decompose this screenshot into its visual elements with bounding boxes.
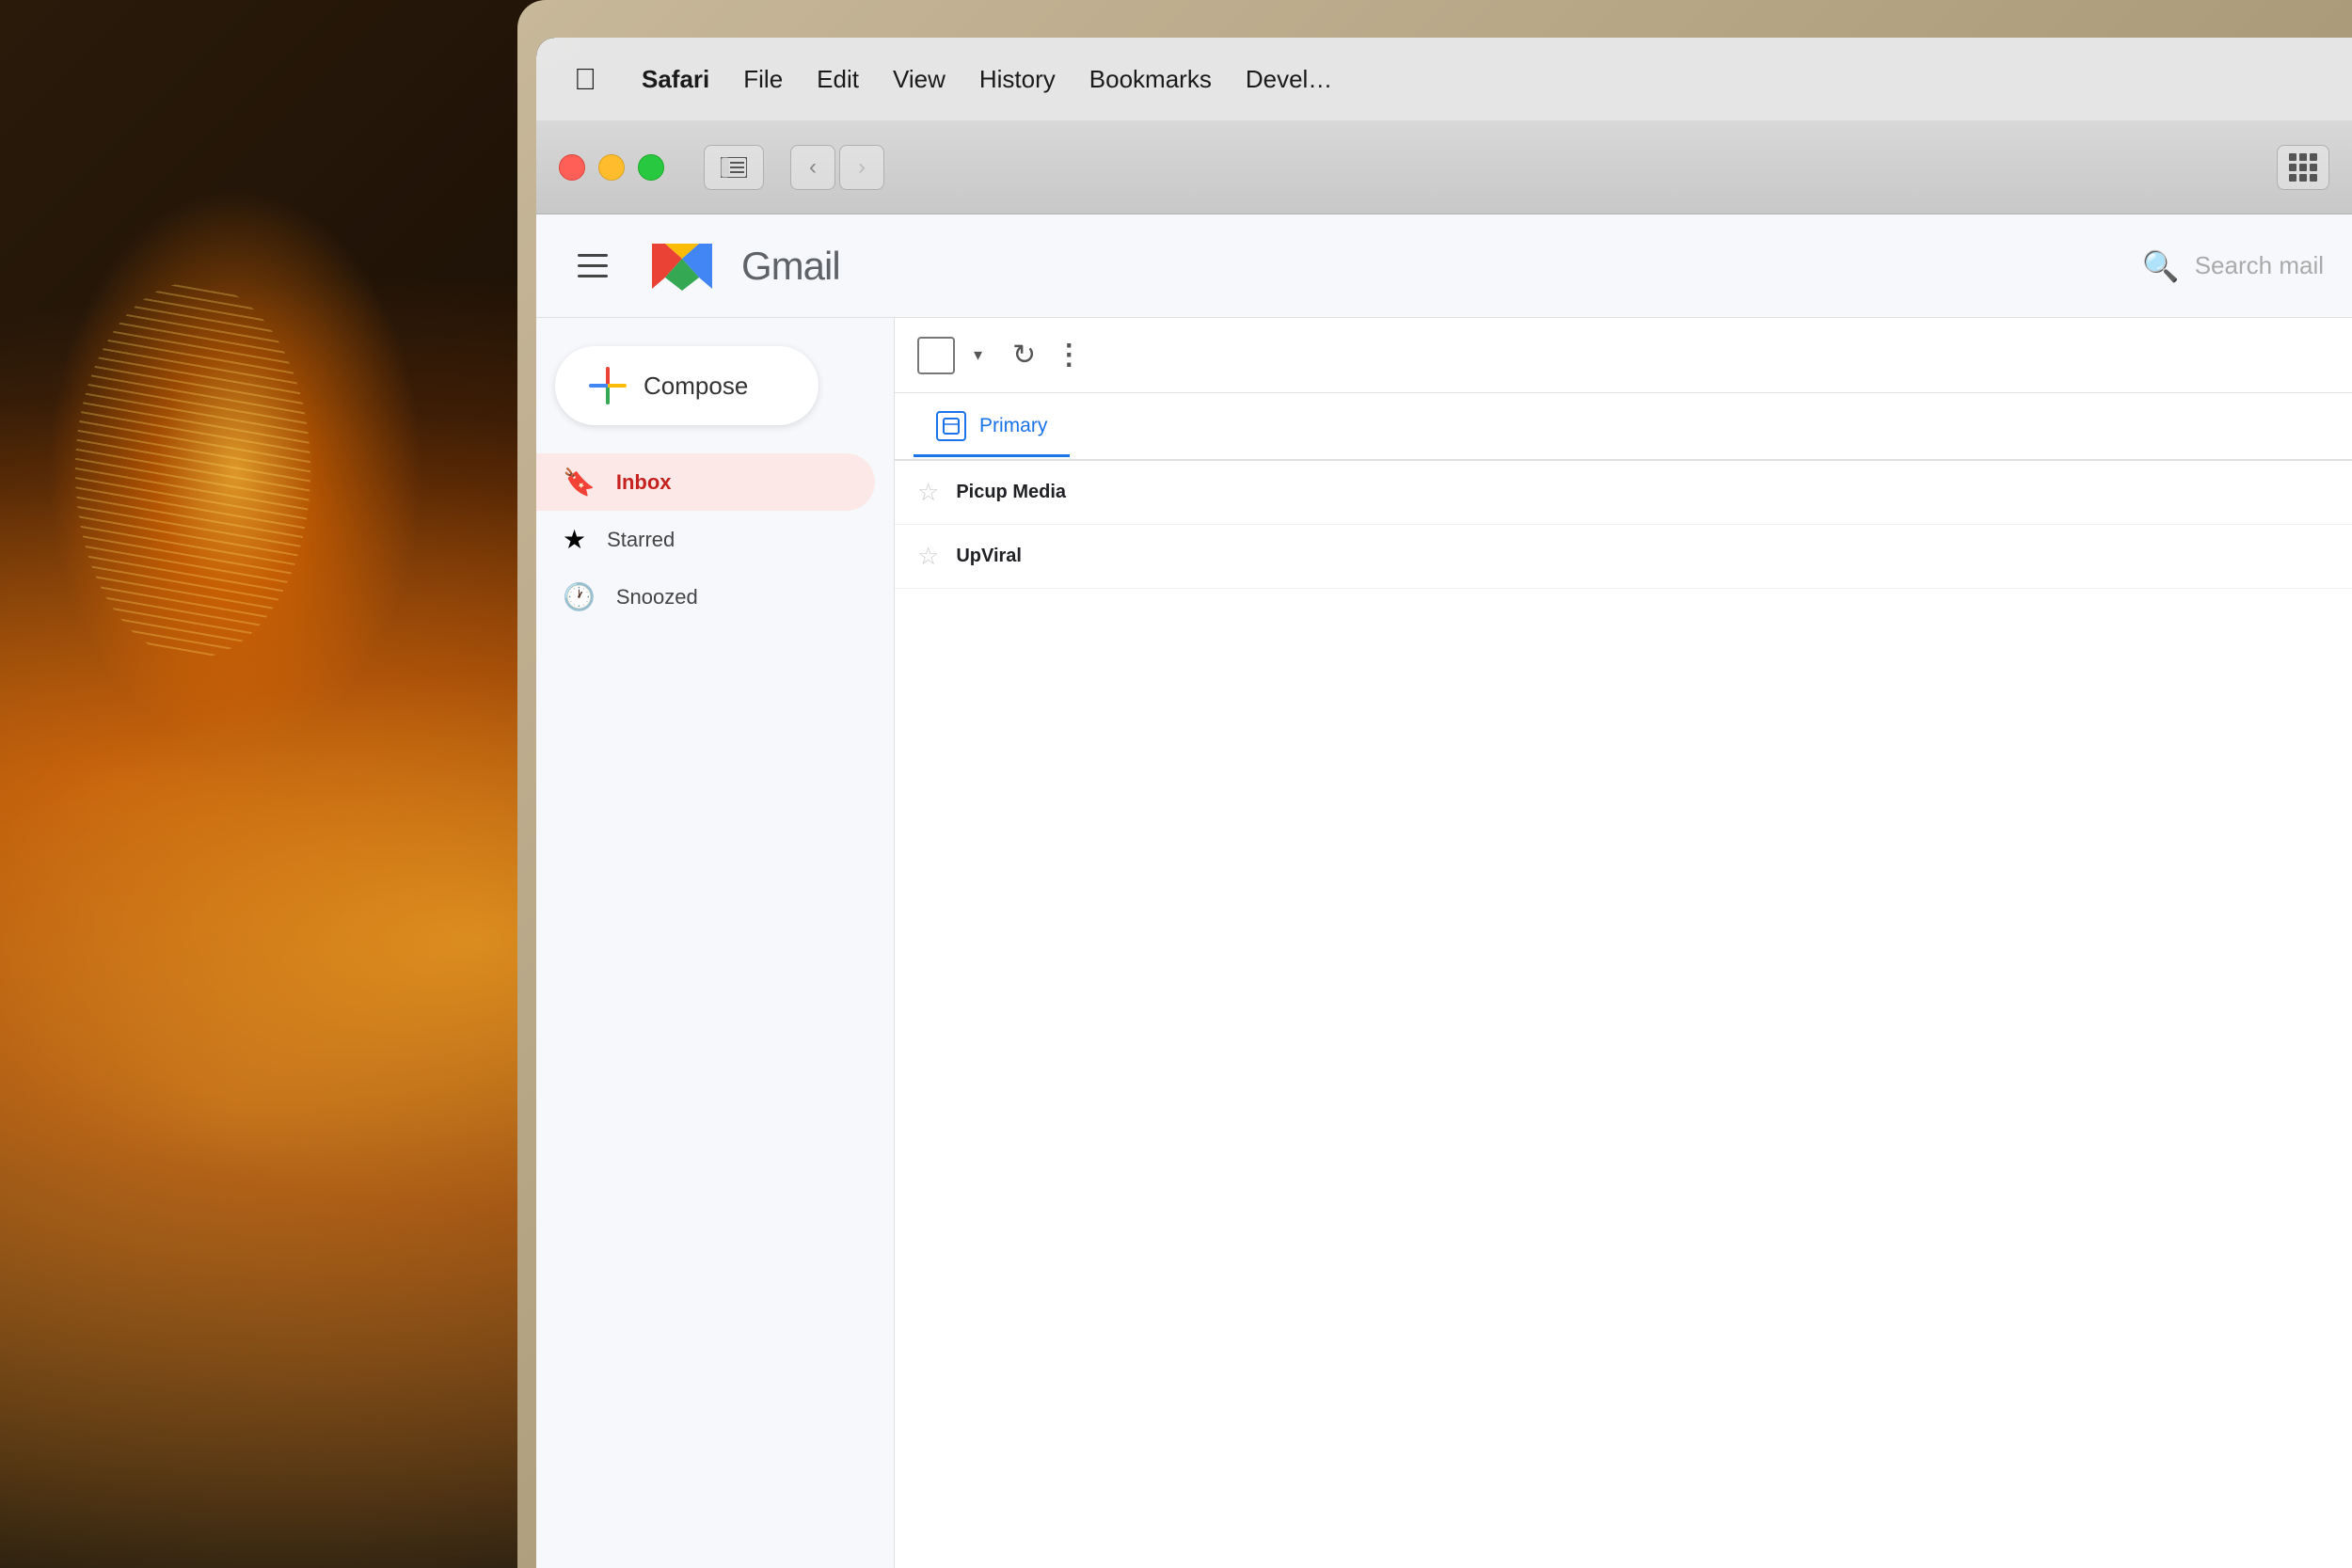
develop-menu-item[interactable]: Devel… (1229, 59, 1349, 100)
hamburger-line (578, 275, 608, 277)
browser-chrome: ‹ › (536, 120, 2352, 214)
tab-grid-button[interactable] (2277, 145, 2329, 190)
forward-chevron-icon: › (858, 154, 866, 181)
sidebar-item-starred[interactable]: ★ Starred (536, 511, 875, 568)
gmail-search[interactable]: 🔍 Search mail (2142, 248, 2324, 284)
inbox-icon: 🔖 (563, 467, 596, 498)
gmail-wordmark: Gmail (741, 244, 840, 289)
hamburger-menu-button[interactable] (564, 238, 621, 294)
back-chevron-icon: ‹ (809, 154, 817, 181)
starred-label: Starred (607, 528, 675, 552)
navigation-buttons: ‹ › (790, 145, 884, 190)
email-tabs: Primary (895, 393, 2352, 461)
traffic-lights (559, 154, 664, 181)
fullscreen-button[interactable] (638, 154, 664, 181)
table-row[interactable]: ☆ Picup Media (895, 461, 2352, 525)
primary-tab-label: Primary (979, 415, 1047, 437)
gmail-body: Compose 🔖 Inbox ★ Starred 🕐 Snoozed (536, 318, 2352, 1568)
star-button[interactable]: ☆ (917, 542, 939, 571)
bookmarks-menu-item[interactable]: Bookmarks (1073, 59, 1229, 100)
email-sender: Picup Media (956, 482, 1125, 503)
refresh-button[interactable]: ↻ (1012, 339, 1036, 372)
minimize-button[interactable] (598, 154, 625, 181)
gmail-app: Gmail 🔍 Search mail Compose 🔖 Inbox (536, 214, 2352, 1568)
gmail-main: ▾ ↻ ⋮ Primary (894, 318, 2352, 1568)
hamburger-line (578, 264, 608, 267)
laptop-frame:  Safari File Edit View History Bookmark… (517, 0, 2352, 1568)
close-button[interactable] (559, 154, 585, 181)
history-menu-item[interactable]: History (962, 59, 1073, 100)
compose-plus-icon (589, 367, 627, 404)
file-menu-item[interactable]: File (726, 59, 800, 100)
hamburger-line (578, 254, 608, 257)
gmail-header: Gmail 🔍 Search mail (536, 214, 2352, 318)
forward-button[interactable]: › (839, 145, 884, 190)
edit-menu-item[interactable]: Edit (800, 59, 876, 100)
snoozed-icon: 🕐 (563, 581, 596, 612)
compose-button[interactable]: Compose (555, 346, 818, 425)
back-button[interactable]: ‹ (790, 145, 835, 190)
table-row[interactable]: ☆ UpViral (895, 525, 2352, 589)
compose-label: Compose (644, 372, 748, 401)
email-sender: UpViral (956, 546, 1125, 567)
safari-menu-item[interactable]: Safari (625, 59, 726, 100)
snoozed-label: Snoozed (616, 585, 698, 610)
email-toolbar: ▾ ↻ ⋮ (895, 318, 2352, 393)
grid-dots-icon (2289, 153, 2317, 182)
sidebar-toggle-button[interactable] (704, 145, 764, 190)
laptop-screen-bezel:  Safari File Edit View History Bookmark… (536, 38, 2352, 1568)
primary-tab[interactable]: Primary (914, 398, 1070, 457)
sidebar-item-snoozed[interactable]: 🕐 Snoozed (536, 568, 875, 626)
starred-icon: ★ (563, 524, 586, 555)
inbox-label: Inbox (616, 470, 672, 495)
gmail-sidebar: Compose 🔖 Inbox ★ Starred 🕐 Snoozed (536, 318, 894, 1568)
macos-menubar:  Safari File Edit View History Bookmark… (536, 38, 2352, 120)
gmail-logo (649, 240, 715, 292)
view-menu-item[interactable]: View (876, 59, 962, 100)
star-button[interactable]: ☆ (917, 478, 939, 507)
select-dropdown-arrow[interactable]: ▾ (974, 345, 982, 365)
search-icon: 🔍 (2142, 248, 2180, 284)
primary-tab-icon (936, 411, 966, 441)
apple-menu-icon[interactable]:  (574, 62, 596, 97)
sidebar-item-inbox[interactable]: 🔖 Inbox (536, 453, 875, 511)
more-options-button[interactable]: ⋮ (1055, 339, 1084, 372)
select-all-checkbox[interactable] (917, 337, 955, 374)
search-placeholder-text: Search mail (2195, 251, 2324, 280)
